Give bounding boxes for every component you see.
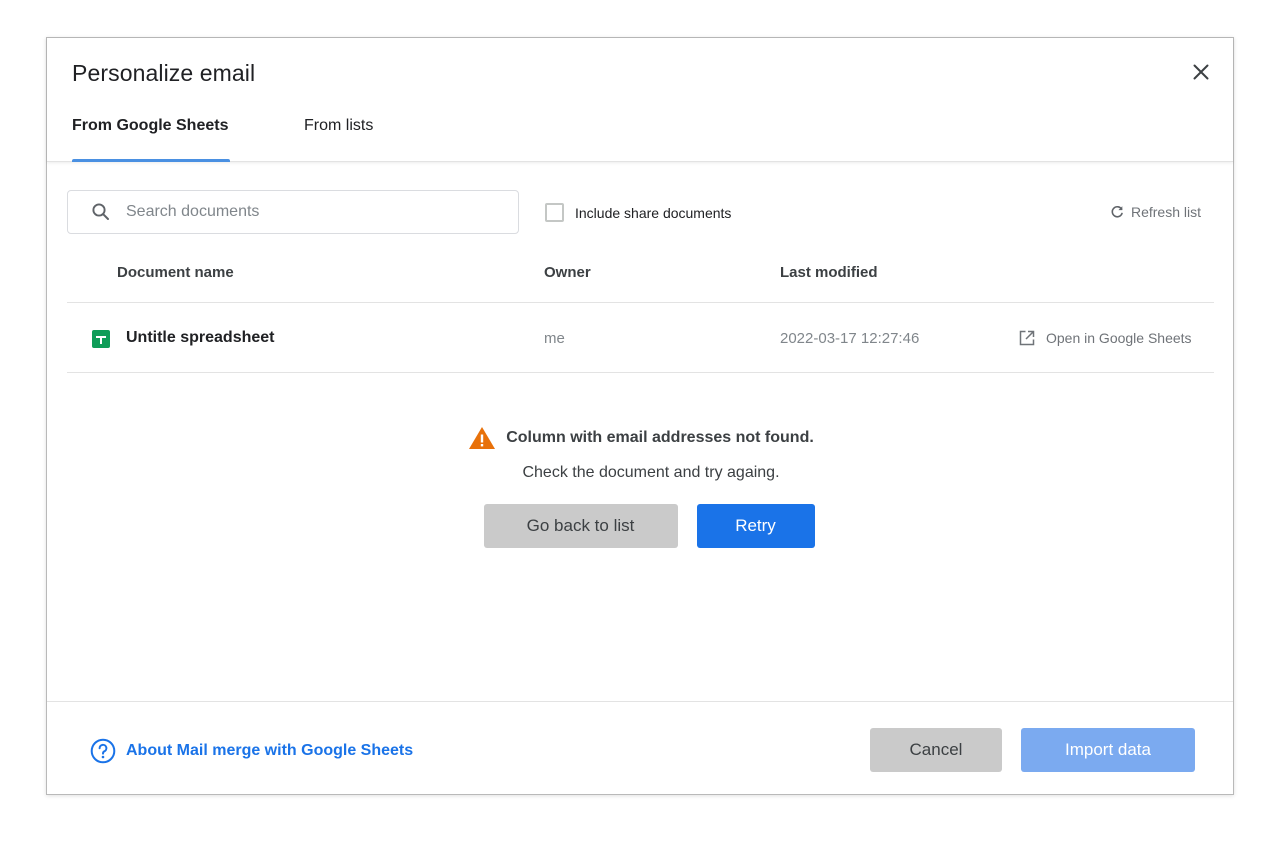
table-row[interactable]: Untitle spreadsheet me 2022-03-17 12:27:… bbox=[67, 302, 1214, 373]
error-heading: Column with email addresses not found. bbox=[47, 426, 1235, 450]
refresh-list-button[interactable]: Refresh list bbox=[1109, 204, 1201, 220]
document-name[interactable]: Untitle spreadsheet bbox=[126, 329, 274, 347]
cancel-button[interactable]: Cancel bbox=[870, 728, 1002, 772]
document-last-modified: 2022-03-17 12:27:46 bbox=[780, 330, 920, 347]
error-actions: Go back to list Retry bbox=[47, 504, 1235, 548]
dialog-header: Personalize email From Google Sheets Fro… bbox=[47, 38, 1233, 162]
sheets-icon bbox=[92, 330, 110, 348]
open-in-google-sheets-link[interactable]: Open in Google Sheets bbox=[1018, 329, 1192, 347]
refresh-list-label: Refresh list bbox=[1130, 204, 1201, 220]
search-icon bbox=[92, 203, 109, 220]
close-icon bbox=[1193, 64, 1209, 80]
about-mail-merge-label: About Mail merge with Google Sheets bbox=[126, 742, 414, 759]
help-icon bbox=[90, 738, 116, 764]
personalize-email-dialog: Personalize email From Google Sheets Fro… bbox=[46, 37, 1234, 795]
column-header-document-name: Document name bbox=[117, 264, 234, 281]
column-header-owner: Owner bbox=[544, 264, 591, 281]
about-mail-merge-link[interactable]: About Mail merge with Google Sheets bbox=[90, 738, 413, 764]
warning-icon bbox=[469, 427, 496, 449]
search-input[interactable] bbox=[126, 203, 486, 221]
import-data-button[interactable]: Import data bbox=[1021, 728, 1195, 772]
retry-button[interactable]: Retry bbox=[696, 504, 815, 548]
dialog-footer: About Mail merge with Google Sheets Canc… bbox=[47, 701, 1233, 795]
close-button[interactable] bbox=[1189, 60, 1213, 84]
tab-from-google-sheets[interactable]: From Google Sheets bbox=[72, 111, 230, 162]
open-external-icon bbox=[1019, 330, 1035, 346]
include-shared-checkbox[interactable] bbox=[545, 203, 564, 222]
error-panel: Column with email addresses not found. C… bbox=[47, 426, 1235, 548]
column-header-last-modified: Last modified bbox=[780, 264, 878, 281]
document-owner: me bbox=[544, 330, 565, 347]
tab-from-lists[interactable]: From lists bbox=[304, 111, 373, 161]
error-message: Check the document and try againg. bbox=[522, 464, 780, 481]
search-box bbox=[67, 190, 519, 234]
error-title: Column with email addresses not found. bbox=[506, 429, 814, 446]
open-in-google-sheets-label: Open in Google Sheets bbox=[1046, 330, 1192, 346]
refresh-icon bbox=[1111, 205, 1123, 218]
source-tabs: From Google Sheets From lists bbox=[72, 111, 373, 162]
include-shared-label: Include share documents bbox=[575, 204, 732, 221]
include-shared-toggle[interactable]: Include share documents bbox=[545, 203, 731, 222]
dialog-title: Personalize email bbox=[72, 60, 256, 86]
go-back-to-list-button[interactable]: Go back to list bbox=[483, 504, 678, 548]
